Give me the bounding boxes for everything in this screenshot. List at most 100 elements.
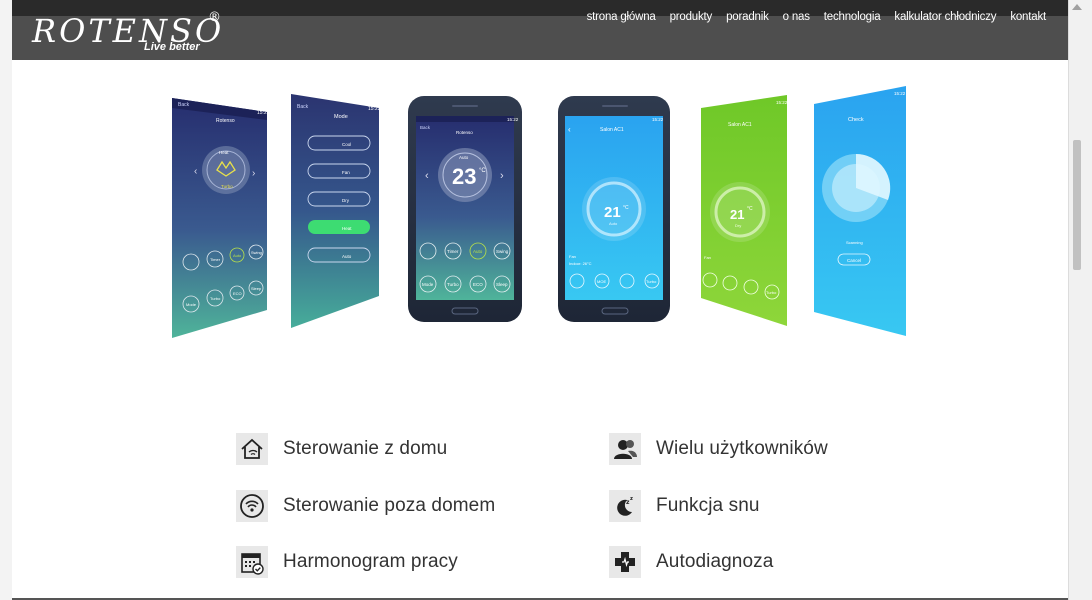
vertical-scrollbar[interactable] [1068, 0, 1092, 600]
phone3-btn-swing: Swing [496, 249, 509, 254]
phone4-btn-moe: MOE [597, 279, 606, 284]
screen5-state: Dry [735, 223, 741, 228]
phone-4: 15:22 ‹ Salon AC1 21 °C Auto Fan Indoor:… [558, 96, 670, 322]
svg-text:Timer: Timer [210, 257, 221, 262]
screen2-option-heat: Heat [342, 226, 352, 231]
nav-item-products[interactable]: produkty [670, 11, 713, 23]
phone3-mode: Auto [459, 155, 469, 160]
screen2-title: Mode [334, 114, 348, 120]
svg-text:Sleep: Sleep [251, 286, 262, 291]
screen2-back: Back [297, 104, 309, 110]
site-header: ROTENSO ® Live better strona główna prod… [12, 0, 1068, 60]
feature-sleep: z z Funkcja snu [609, 490, 760, 522]
screen6-time: 15:22 [894, 91, 906, 96]
feature-label: Autodiagnoza [656, 551, 774, 572]
nav-item-home[interactable]: strona główna [587, 11, 656, 23]
svg-text:z: z [630, 496, 633, 502]
svg-text:Turbo: Turbo [210, 296, 221, 301]
phone-screen-2: Back Mode 15:22 Cool Fan Dry Heat Auto [291, 94, 381, 328]
brand-logo[interactable]: ROTENSO ® Live better [32, 10, 232, 54]
phone3-btn-turbo: Turbo [447, 282, 459, 287]
home-wifi-icon [236, 433, 268, 465]
feature-label: Harmonogram pracy [283, 551, 458, 572]
phones-illustration: Back 15:22 Rotenso Heat Turbo ‹ › Timer … [172, 86, 906, 338]
phone4-title: Salon AC1 [600, 127, 624, 133]
nav-item-about[interactable]: o nas [783, 11, 810, 23]
phone3-btn-timer: Timer [447, 249, 459, 254]
feature-remote-control: Sterowanie poza domem [236, 490, 495, 522]
calendar-icon [236, 546, 268, 578]
screen2-option-auto: Auto [342, 254, 352, 259]
screen1-time: 15:22 [257, 110, 270, 116]
phone3-btn-sleep: Sleep [496, 282, 508, 287]
phone3-unit: °C [479, 168, 486, 174]
scroll-up-icon[interactable] [1072, 4, 1082, 10]
screen5-time: 15:22 [776, 100, 788, 105]
diagnosis-icon [609, 546, 641, 578]
svg-text:‹: ‹ [568, 125, 571, 134]
phone3-btn-eco: ECO [473, 282, 483, 287]
phone3-btn-mode: Mode [422, 282, 434, 287]
screen5-fan: Fan [704, 255, 711, 260]
feature-label: Sterowanie poza domem [283, 495, 496, 516]
phone-3: 15:22 Back Rotenso Auto 23 °C ‹ › Timer … [408, 96, 522, 322]
screen1-back: Back [178, 102, 190, 108]
feature-multi-user: Wielu użytkowników [609, 433, 828, 465]
phone4-fan: Fan [569, 254, 576, 259]
nav-item-calculator[interactable]: kalkulator chłodniczy [894, 11, 996, 23]
screen2-time: 15:22 [368, 106, 381, 112]
screen1-right-arrow: › [252, 168, 255, 179]
phone4-temp: 21 [604, 204, 621, 221]
phone4-time: 15:22 [652, 117, 664, 122]
wifi-icon [236, 490, 268, 522]
svg-text:Auto: Auto [233, 253, 242, 258]
screen2-option-cool: Cool [342, 142, 351, 147]
phone-screen-5: 15:22 Salon AC1 21 °C Dry Fan Turbo [701, 95, 788, 326]
screen5-title: Salon AC1 [728, 122, 752, 128]
screen2-option-fan: Fan [342, 170, 350, 175]
svg-text:‹: ‹ [425, 170, 429, 182]
phone3-title: Rotenso [456, 130, 473, 135]
screen6-cancel: Cancel [847, 258, 861, 263]
feature-autodiagnosis: Autodiagnoza [609, 546, 773, 578]
moon-sleep-icon: z z [609, 490, 641, 522]
page: ROTENSO ® Live better strona główna prod… [12, 0, 1068, 600]
nav-item-guide[interactable]: poradnik [726, 11, 769, 23]
feature-label: Funkcja snu [656, 495, 760, 516]
screen5-temp: 21 [730, 207, 744, 222]
screen1-left-arrow: ‹ [194, 166, 197, 177]
phone-screen-1: Back 15:22 Rotenso Heat Turbo ‹ › Timer … [172, 98, 270, 338]
phone3-temp: 23 [452, 164, 476, 189]
nav-item-technology[interactable]: technologia [824, 11, 881, 23]
svg-text:ECO: ECO [233, 291, 242, 296]
app-screens-showcase: Back 15:22 Rotenso Heat Turbo ‹ › Timer … [12, 78, 1068, 348]
main-nav: strona główna produkty poradnik o nas te… [573, 11, 1047, 23]
phone3-btn-auto: Auto [473, 249, 483, 254]
svg-text:›: › [500, 170, 504, 182]
screen1-sub: Turbo [221, 184, 233, 189]
screen5-unit: °C [747, 206, 753, 212]
svg-text:Swing: Swing [251, 250, 262, 255]
feature-schedule: Harmonogram pracy [236, 546, 458, 578]
phone4-unit: °C [623, 205, 629, 211]
phone3-back: Back [420, 125, 431, 130]
screen2-option-dry: Dry [342, 198, 350, 203]
screen1-title: Rotenso [216, 118, 235, 124]
screen5-btn-turbo: Turbo [766, 290, 777, 295]
phone3-time: 15:22 [507, 117, 519, 122]
phone4-indoor: Indoor: 26°C [569, 261, 592, 266]
registered-mark: ® [208, 10, 221, 25]
scrollbar-thumb[interactable] [1073, 140, 1081, 270]
browser-left-margin [0, 0, 12, 600]
feature-label: Wielu użytkowników [656, 438, 828, 459]
users-icon [609, 433, 641, 465]
phone-screen-6: 15:22 Check Scanning Cancel [814, 86, 906, 336]
phone4-state: Auto [609, 221, 618, 226]
screen6-title: Check [848, 117, 864, 123]
screen1-mode: Heat [219, 150, 229, 155]
feature-home-control: Sterowanie z domu [236, 433, 447, 465]
screen6-status: Scanning [846, 240, 863, 245]
nav-item-contact[interactable]: kontakt [1010, 11, 1046, 23]
svg-text:Mode: Mode [186, 302, 197, 307]
phone4-btn-turbo: Turbo [646, 279, 657, 284]
